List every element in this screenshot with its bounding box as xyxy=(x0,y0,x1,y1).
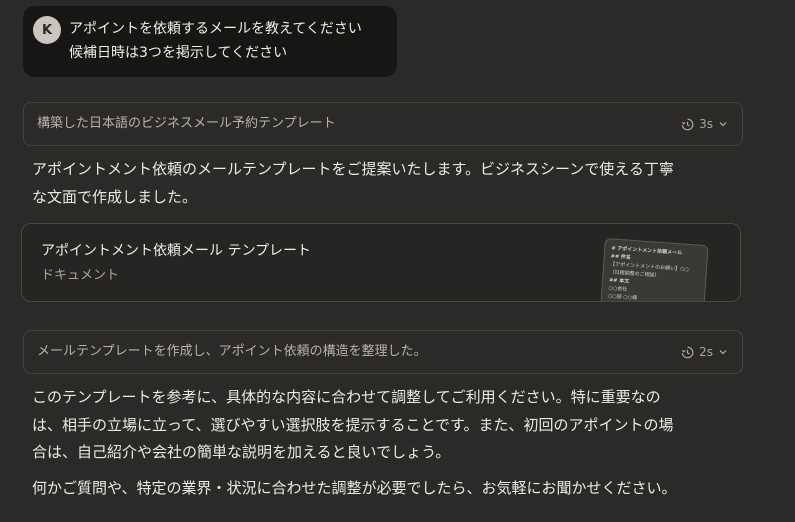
user-message-bubble: K アポイントを依頼するメールを教えてください 候補日時は3つを掲示してください xyxy=(23,6,397,77)
thinking-summary-title: 構築した日本語のビジネスメール予約テンプレート xyxy=(37,116,336,131)
chevron-down-icon xyxy=(718,347,728,357)
artifact-title: アポイントメント依頼メール テンプレート xyxy=(41,243,312,259)
thinking-summary-title: メールテンプレートを作成し、アポイント依頼の構造を整理した。 xyxy=(37,344,427,359)
closing-line-3: 合は、自己紹介や会社の簡単な説明を加えると良いでしょう。 xyxy=(32,443,451,461)
thinking-duration: 2s xyxy=(681,331,728,373)
artifact-card[interactable]: アポイントメント依頼メール テンプレート ドキュメント # アポイントメント依頼… xyxy=(21,223,741,302)
response-closing-paragraph-2: 何かご質問や、特定の業界・状況に合わせた調整が必要でしたら、お気軽にお聞かせくだ… xyxy=(32,475,677,503)
closing-line-2: は、相手の立場に立って、選びやすい選択肢を提示することです。また、初回のアポイン… xyxy=(32,415,674,434)
user-message-line-2: 候補日時は3つを掲示してください xyxy=(69,45,288,61)
artifact-type-label: ドキュメント xyxy=(41,268,120,283)
response-intro-line-2: な文面で作成しました。 xyxy=(32,187,198,206)
response-intro-line-1: アポイントメント依頼のメールテンプレートをご提案いたします。ビジネスシーンで使え… xyxy=(32,160,674,178)
clock-icon xyxy=(681,118,694,131)
thinking-duration: 3s xyxy=(681,103,728,145)
thinking-summary-1[interactable]: 構築した日本語のビジネスメール予約テンプレート 3s xyxy=(23,102,743,146)
thinking-summary-2[interactable]: メールテンプレートを作成し、アポイント依頼の構造を整理した。 2s xyxy=(23,330,743,374)
user-message-line-1: アポイントを依頼するメールを教えてください xyxy=(69,21,362,37)
chevron-down-icon xyxy=(718,119,728,129)
response-intro: アポイントメント依頼のメールテンプレートをご提案いたします。ビジネスシーンで使え… xyxy=(32,156,674,211)
closing-line-1: このテンプレートを参考に、具体的な内容に合わせて調整してご利用ください。特に重要… xyxy=(32,388,661,406)
user-avatar[interactable]: K xyxy=(33,16,61,44)
thinking-duration-value: 3s xyxy=(699,117,713,131)
response-closing-paragraph-1: このテンプレートを参考に、具体的な内容に合わせて調整してご利用ください。特に重要… xyxy=(32,384,674,467)
thinking-duration-value: 2s xyxy=(699,345,713,359)
artifact-preview-thumbnail: # アポイントメント依頼メール ## 件名 【アポイントメントのお願い】○○ （… xyxy=(598,238,709,301)
closing-line-4: 何かご質問や、特定の業界・状況に合わせた調整が必要でしたら、お気軽にお聞かせくだ… xyxy=(32,479,677,497)
user-message-text: アポイントを依頼するメールを教えてください 候補日時は3つを掲示してください xyxy=(69,17,362,65)
clock-icon xyxy=(681,346,694,359)
